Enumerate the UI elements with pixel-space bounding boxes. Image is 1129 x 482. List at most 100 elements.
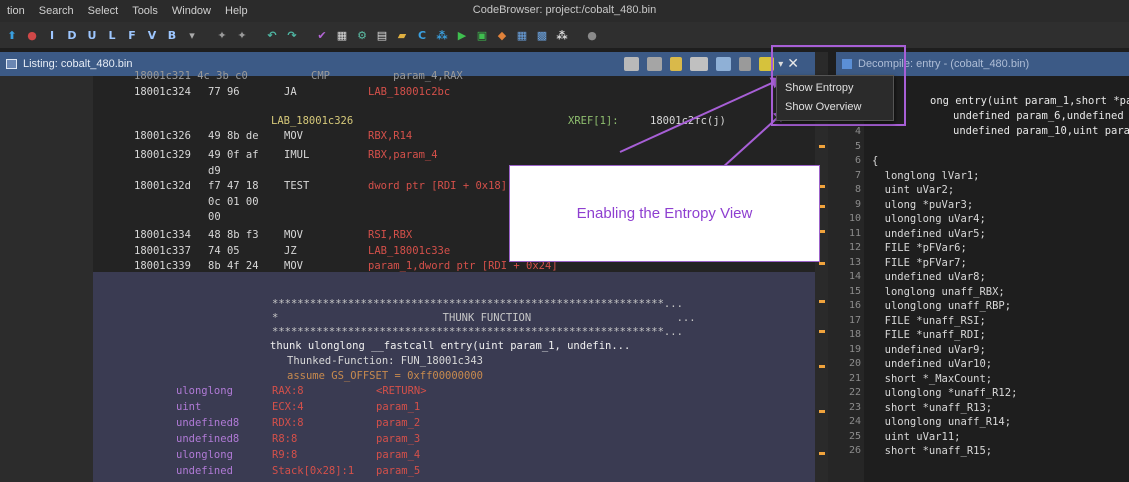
param-storage: R8:8 <box>272 433 298 445</box>
scroll-marker <box>819 145 825 148</box>
xref-label: XREF[1]: <box>568 115 619 127</box>
param-storage: ECX:4 <box>272 401 304 413</box>
disassemble-U-button[interactable]: U <box>84 27 100 43</box>
param-storage: RDX:8 <box>272 417 304 429</box>
instruction-operands: LAB_18001c2bc <box>368 86 451 98</box>
menu-search[interactable]: Search <box>32 5 81 17</box>
decompile-code-line[interactable]: FILE *unaff_RSI; <box>872 315 986 327</box>
check-icon[interactable]: ✔ <box>314 27 330 43</box>
memory-icon[interactable]: ▣ <box>474 27 490 43</box>
disassemble-I-button[interactable]: I <box>44 27 60 43</box>
line-number: 15 <box>848 285 861 297</box>
decompile-code-line[interactable]: FILE *pFVar7; <box>872 257 967 269</box>
disassemble-B-button[interactable]: B <box>164 27 180 43</box>
line-number: 24 <box>848 416 861 427</box>
menu-tools[interactable]: Tools <box>125 5 165 17</box>
decompile-code-line[interactable]: undefined uVar5; <box>872 228 986 240</box>
redo-icon[interactable]: ↷ <box>284 27 300 43</box>
split-icon[interactable] <box>716 57 732 71</box>
window-icon[interactable]: ▦ <box>334 27 350 43</box>
folder-icon[interactable]: ▰ <box>394 27 410 43</box>
decompile-code-line[interactable]: short *unaff_R13; <box>872 402 992 414</box>
play-icon[interactable]: ▶ <box>454 27 470 43</box>
scroll-marker <box>819 330 825 333</box>
decompile-code-line[interactable]: undefined uVar9; <box>872 344 986 356</box>
dropdown-arrow-icon[interactable]: ▾ <box>184 27 200 43</box>
c-icon[interactable]: C <box>414 27 430 43</box>
disassemble-V-button[interactable]: V <box>144 27 160 43</box>
disassemble-F-button[interactable]: F <box>124 27 140 43</box>
param-type: ulonglong <box>176 449 233 461</box>
thunk-signature[interactable]: thunk ulonglong __fastcall entry(uint pa… <box>270 340 630 352</box>
decompile-code-line[interactable]: FILE *unaff_RDI; <box>872 329 986 341</box>
field-editor-icon[interactable] <box>690 57 709 71</box>
decompile-code-line[interactable]: short *unaff_R15; <box>872 445 992 457</box>
param-name: param_1 <box>376 401 421 413</box>
line-number: 10 <box>848 213 861 224</box>
scroll-marker <box>819 452 825 455</box>
decompile-code-line[interactable]: { <box>872 155 878 167</box>
arrow-up-icon[interactable]: ⬆ <box>4 27 20 43</box>
line-number: 19 <box>848 343 861 355</box>
listing-icon[interactable]: ▤ <box>374 27 390 43</box>
snapshot-icon[interactable] <box>739 57 752 71</box>
chart-icon[interactable]: ▩ <box>534 27 550 43</box>
decompile-code-line[interactable]: FILE *pFVar6; <box>872 242 967 254</box>
instruction-operands: RBX,R14 <box>368 130 413 142</box>
tool-icon[interactable]: ✦ <box>234 27 250 43</box>
tree-icon[interactable]: ⁂ <box>434 27 450 43</box>
decompile-code-line[interactable]: uint uVar2; <box>872 184 955 196</box>
param-name: <RETURN> <box>376 385 427 397</box>
instruction-address: 18001c339 <box>134 260 191 272</box>
decompile-code-line[interactable]: longlong lVar1; <box>872 170 980 182</box>
help-icon[interactable]: ● <box>584 27 600 43</box>
show-overview-option[interactable]: Show Overview <box>785 101 861 113</box>
stop-icon[interactable]: ● <box>24 27 40 43</box>
line-number: 22 <box>848 387 861 398</box>
paste-icon[interactable] <box>647 57 663 71</box>
decompile-code-line[interactable]: ulong *puVar3; <box>872 199 974 211</box>
decompile-code-line[interactable]: ulonglong unaff_RBP; <box>872 300 1011 312</box>
table-icon[interactable]: ▦ <box>514 27 530 43</box>
graph-icon[interactable]: ⚙ <box>354 27 370 43</box>
network-icon[interactable]: ⁂ <box>554 27 570 43</box>
toolbar: ⬆ ● I D U L F V B ▾ ✦ ✦ ↶ ↷ ✔ ▦ ⚙ ▤ ▰ C … <box>0 22 1129 48</box>
menu-bar: tion Search Select Tools Window Help Cod… <box>0 0 1129 22</box>
edit-icon[interactable] <box>670 57 683 71</box>
tool-icon[interactable]: ✦ <box>214 27 230 43</box>
scroll-marker <box>819 300 825 303</box>
param-name: param_5 <box>376 465 421 477</box>
listing-icon <box>6 59 17 69</box>
line-number: 7 <box>854 169 861 181</box>
instruction-bytes: 77 96 <box>208 86 240 98</box>
diamond-icon[interactable]: ◆ <box>494 27 510 43</box>
instruction-operands: RSI,RBX <box>368 229 413 241</box>
decompile-code-line[interactable]: uint uVar11; <box>872 431 961 443</box>
decompile-code-line[interactable]: undefined uVar10; <box>872 358 992 370</box>
line-number: 14 <box>848 271 861 282</box>
menu-navigation[interactable]: tion <box>0 5 32 17</box>
show-entropy-option[interactable]: Show Entropy <box>785 82 853 94</box>
menu-select[interactable]: Select <box>81 5 126 17</box>
disassemble-L-button[interactable]: L <box>104 27 120 43</box>
line-number: 23 <box>848 401 861 413</box>
param-name: param_4 <box>376 449 421 461</box>
decompile-code-line[interactable]: ulonglong unaff_R14; <box>872 416 1011 428</box>
listing-gutter <box>0 76 93 482</box>
callout-box: Enabling the Entropy View <box>509 165 820 262</box>
menu-window[interactable]: Window <box>165 5 218 17</box>
disassemble-D-button[interactable]: D <box>64 27 80 43</box>
decompile-code-line[interactable]: undefined uVar8; <box>872 271 986 283</box>
thunk-stars-bottom: ****************************************… <box>272 326 683 338</box>
decompile-code-line[interactable]: short *_MaxCount; <box>872 373 992 385</box>
decompile-code-line[interactable]: longlong unaff_RBX; <box>872 286 1005 298</box>
copy-icon[interactable] <box>624 57 640 71</box>
decompile-code-line[interactable]: ulonglong *unaff_R12; <box>872 387 1018 399</box>
undo-icon[interactable]: ↶ <box>264 27 280 43</box>
instruction-mnemonic: JZ <box>284 245 297 257</box>
instruction-bytes: 0c 01 00 <box>208 196 259 208</box>
param-type: uint <box>176 401 202 413</box>
decompile-code-line[interactable]: ulonglong uVar4; <box>872 213 986 225</box>
menu-help[interactable]: Help <box>218 5 255 17</box>
instruction-bytes: f7 47 18 <box>208 180 259 192</box>
